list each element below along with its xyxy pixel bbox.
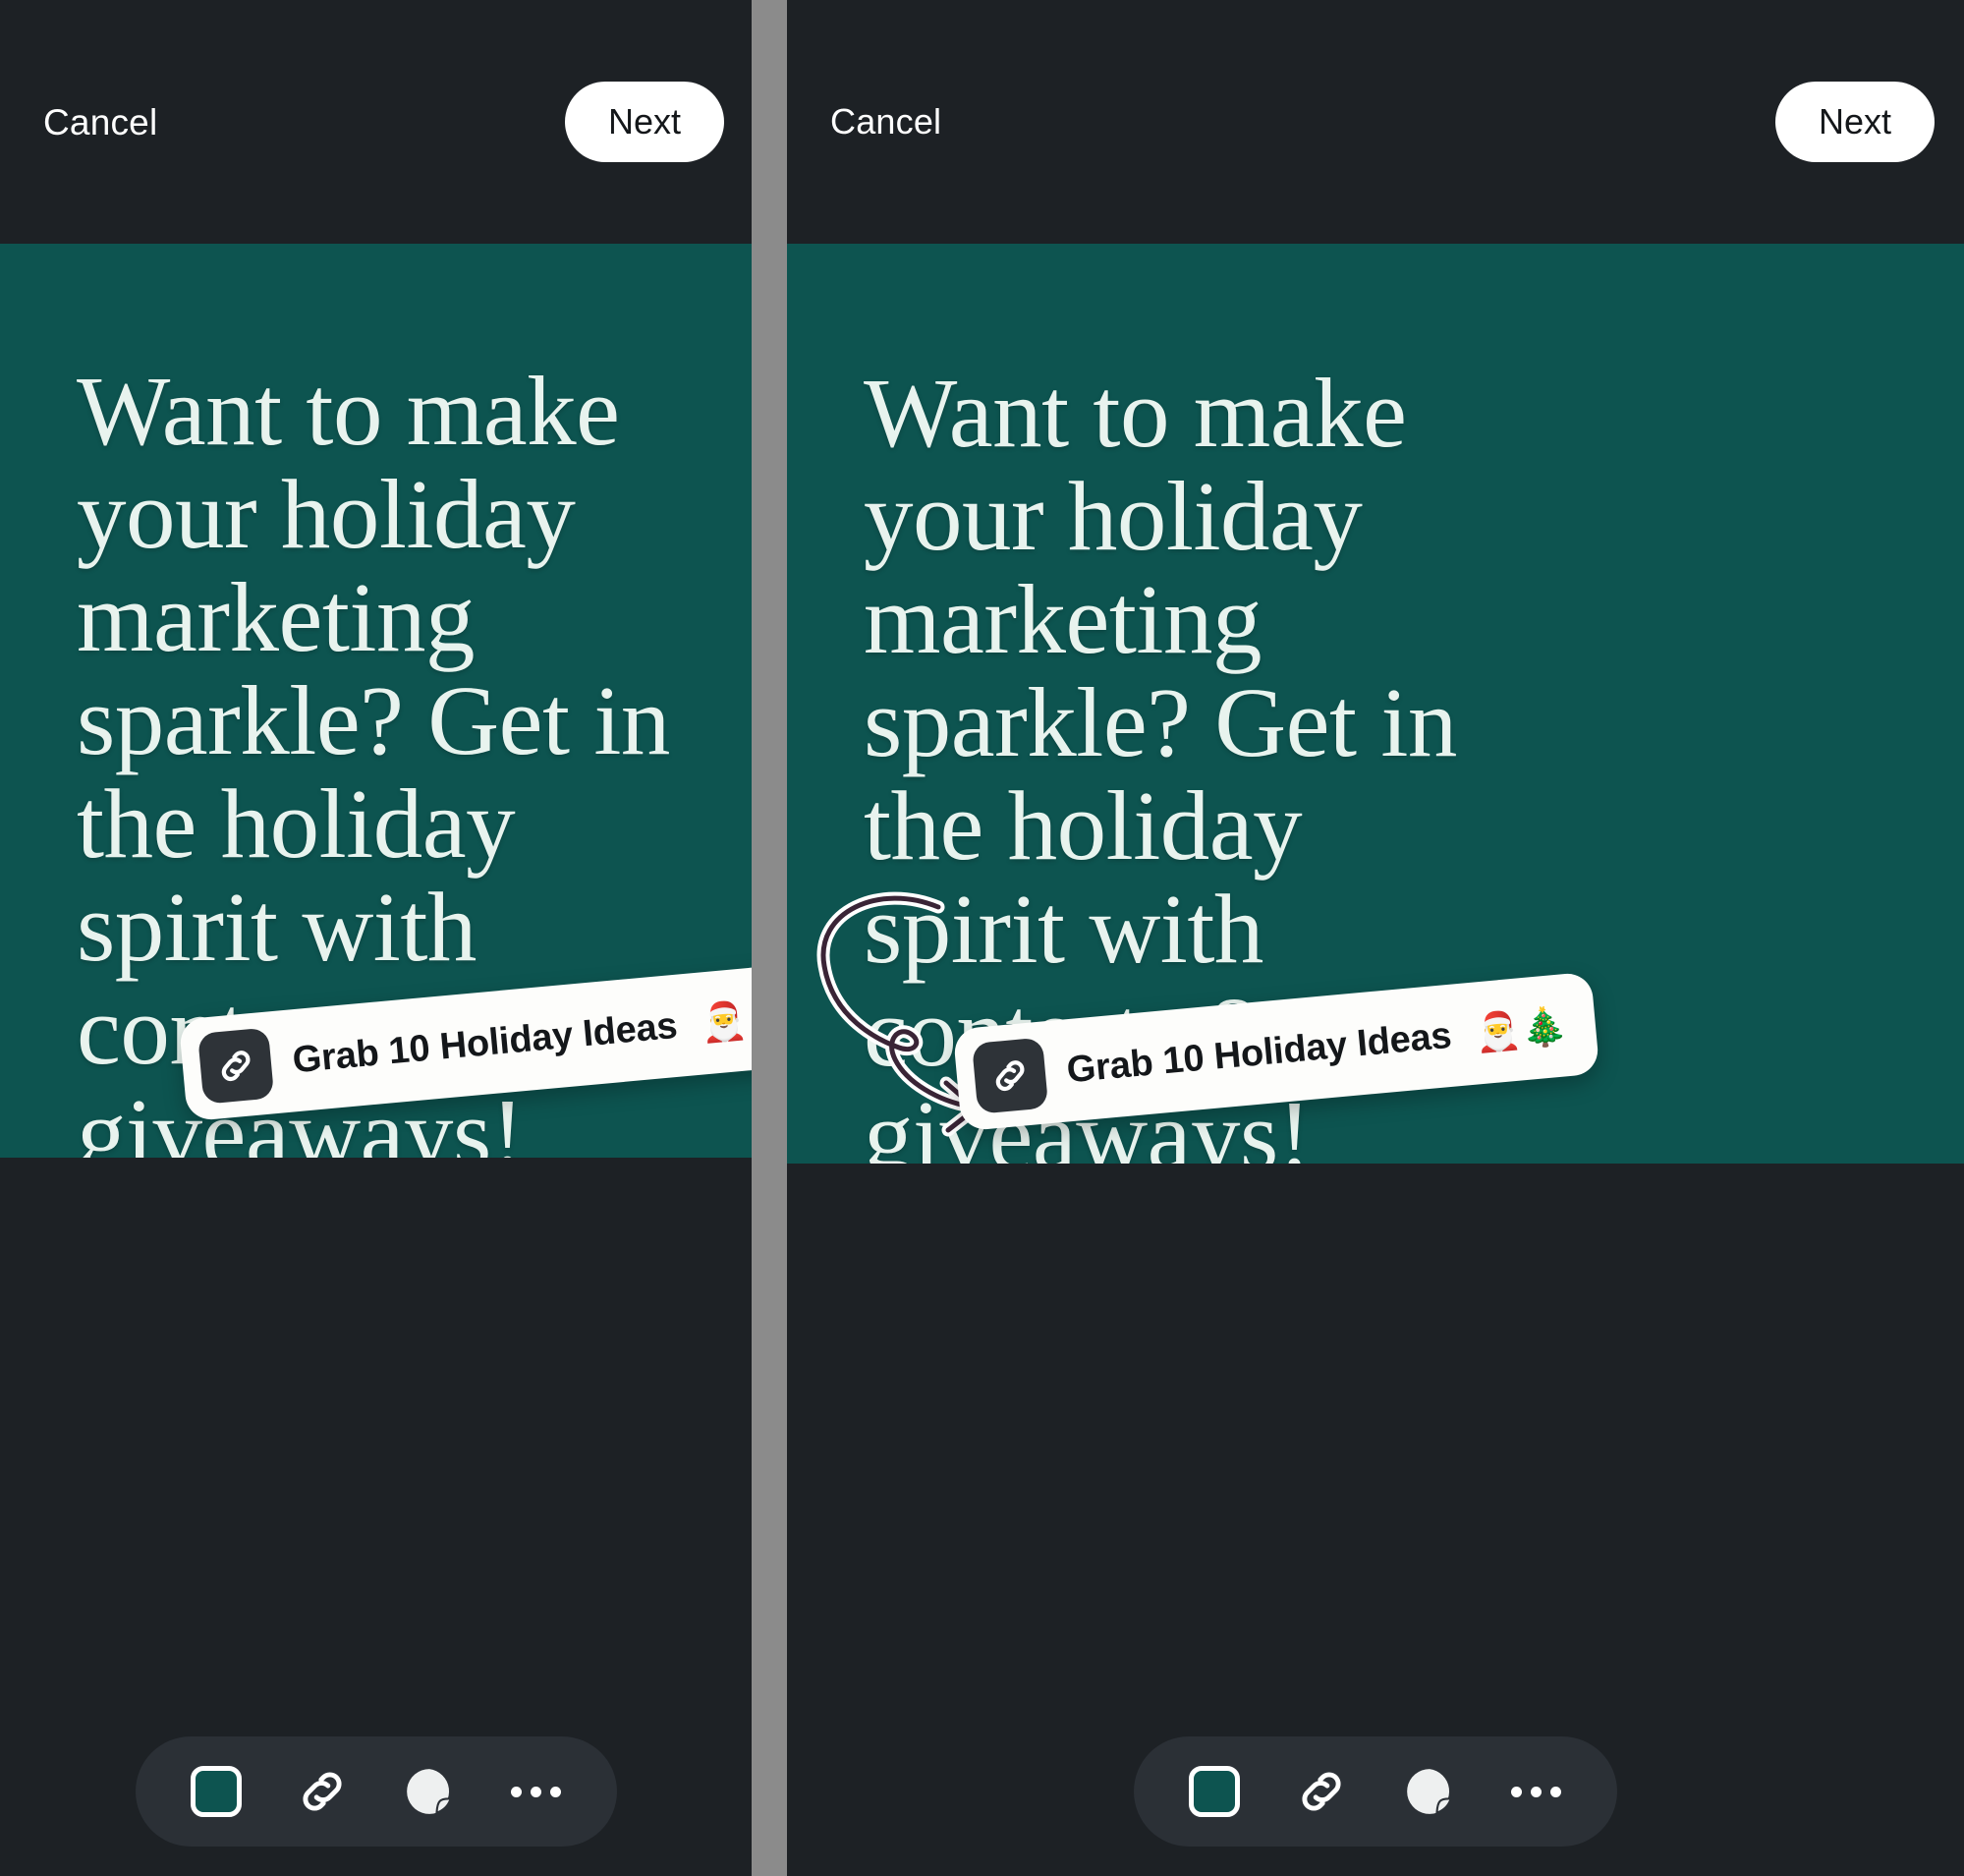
story-editor-panel-left: Cancel Next Want to make your holiday ma… bbox=[0, 0, 752, 1876]
bottom-area-left bbox=[0, 1158, 752, 1876]
link-sticker-label: Grab 10 Holiday Ideas bbox=[1064, 1014, 1454, 1092]
sticker-icon bbox=[1402, 1764, 1457, 1819]
link-sticker-emojis: 🎅🎄 bbox=[1473, 1003, 1570, 1055]
background-color-swatch-icon bbox=[1189, 1766, 1240, 1817]
sticker-icon bbox=[402, 1764, 457, 1819]
story-canvas-left[interactable]: Want to make your holiday marketing spar… bbox=[0, 244, 752, 1158]
link-icon bbox=[1294, 1764, 1349, 1819]
more-options-icon bbox=[510, 1786, 561, 1797]
comparison-screenshot: Cancel Next Want to make your holiday ma… bbox=[0, 0, 1964, 1876]
cancel-button[interactable]: Cancel bbox=[830, 104, 941, 140]
more-options-button[interactable] bbox=[498, 1754, 573, 1829]
next-button[interactable]: Next bbox=[1774, 82, 1935, 162]
panel-divider bbox=[752, 0, 787, 1876]
sticker-tool-button[interactable] bbox=[392, 1754, 467, 1829]
background-color-swatch-icon bbox=[190, 1766, 242, 1817]
top-bar-right: Cancel Next bbox=[787, 0, 1964, 244]
top-bar-left: Cancel Next bbox=[0, 0, 752, 244]
link-icon bbox=[295, 1764, 350, 1819]
background-color-button[interactable] bbox=[1177, 1754, 1252, 1829]
link-tool-button[interactable] bbox=[1284, 1754, 1359, 1829]
editor-toolbar-left bbox=[135, 1736, 617, 1847]
more-options-button[interactable] bbox=[1499, 1754, 1574, 1829]
next-button[interactable]: Next bbox=[564, 82, 724, 162]
link-sticker-label: Grab 10 Holiday Ideas bbox=[290, 1004, 680, 1082]
editor-toolbar-right bbox=[1134, 1736, 1617, 1847]
story-canvas-right[interactable]: Want to make your holiday marketing spar… bbox=[787, 244, 1964, 1164]
story-editor-panel-right: Cancel Next Want to make your holiday ma… bbox=[787, 0, 1964, 1876]
background-color-button[interactable] bbox=[179, 1754, 253, 1829]
bottom-area-right bbox=[787, 1164, 1964, 1876]
link-icon bbox=[197, 1027, 275, 1105]
link-sticker-emojis: 🎅🎄 bbox=[699, 994, 752, 1046]
link-tool-button[interactable] bbox=[285, 1754, 360, 1829]
link-icon bbox=[972, 1037, 1049, 1114]
sticker-tool-button[interactable] bbox=[1392, 1754, 1467, 1829]
more-options-icon bbox=[1511, 1786, 1562, 1797]
cancel-button[interactable]: Cancel bbox=[43, 104, 157, 141]
